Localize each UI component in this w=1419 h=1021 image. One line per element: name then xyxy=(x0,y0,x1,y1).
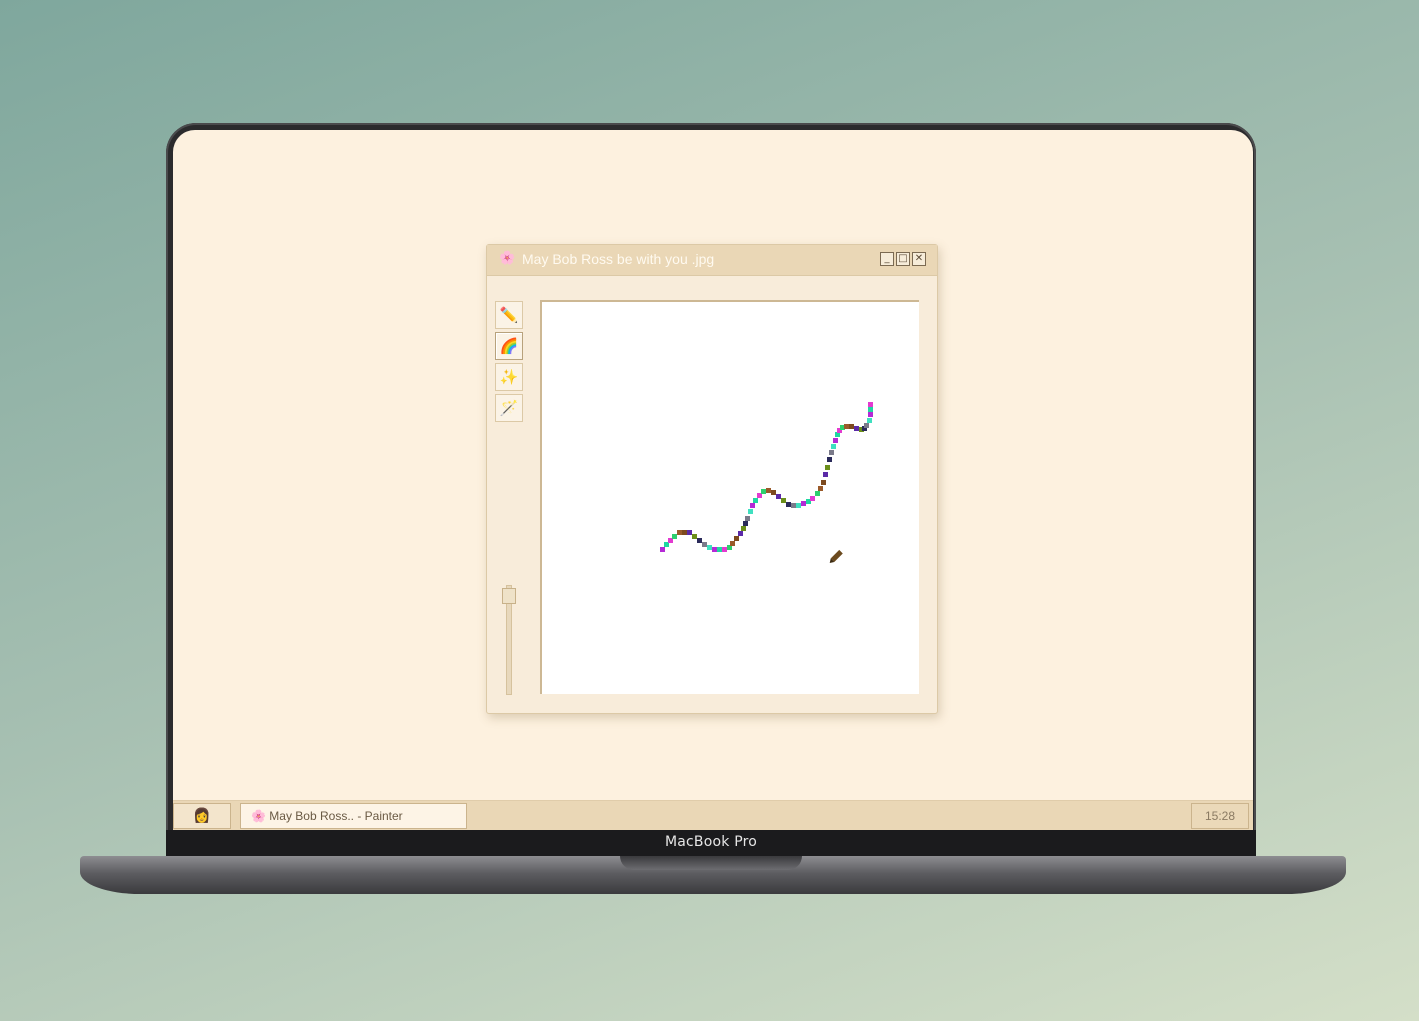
close-button[interactable]: ✕ xyxy=(912,252,926,266)
flower-icon: 🌸 xyxy=(251,809,266,823)
painter-window: 🌸 May Bob Ross be with you .jpg _ □ ✕ ✏️… xyxy=(486,244,938,714)
maximize-button[interactable]: □ xyxy=(896,252,910,266)
start-button[interactable]: 👩 xyxy=(173,803,231,829)
user-avatar-icon: 👩 xyxy=(193,808,211,824)
minimize-button[interactable]: _ xyxy=(880,252,894,266)
magic-wand-icon: 🪄 xyxy=(499,399,519,417)
drawing-canvas[interactable] xyxy=(540,300,919,694)
pencil-icon: ✏️ xyxy=(499,306,519,324)
rainbow-tool-button[interactable]: 🌈 xyxy=(495,332,523,360)
pencil-cursor-icon xyxy=(829,549,843,564)
rainbow-icon: 🌈 xyxy=(499,337,519,355)
screen: 🌸 May Bob Ross be with you .jpg _ □ ✕ ✏️… xyxy=(173,130,1253,830)
bezel-bottom: MacBook Pro xyxy=(166,830,1256,858)
brush-size-slider-thumb[interactable] xyxy=(502,587,516,604)
taskbar-item-painter[interactable]: 🌸 May Bob Ross.. - Painter xyxy=(240,803,467,829)
window-titlebar[interactable]: 🌸 May Bob Ross be with you .jpg _ □ ✕ xyxy=(487,245,937,276)
tool-palette: ✏️ 🌈 ✨ 🪄 xyxy=(495,301,525,425)
sparkles-icon: ✨ xyxy=(499,368,519,386)
taskbar: 👩 🌸 May Bob Ross.. - Painter 15:28 xyxy=(173,800,1253,830)
pencil-tool-button[interactable]: ✏️ xyxy=(495,301,523,329)
lid-notch xyxy=(620,856,802,870)
taskbar-clock: 15:28 xyxy=(1191,803,1249,829)
taskbar-item-label: May Bob Ross.. - Painter xyxy=(269,809,403,823)
sparkles-tool-button[interactable]: ✨ xyxy=(495,363,523,391)
window-title: May Bob Ross be with you .jpg xyxy=(522,251,715,267)
magic-wand-tool-button[interactable]: 🪄 xyxy=(495,394,523,422)
brand-label: MacBook Pro xyxy=(664,834,758,850)
flower-icon: 🌸 xyxy=(499,251,516,266)
